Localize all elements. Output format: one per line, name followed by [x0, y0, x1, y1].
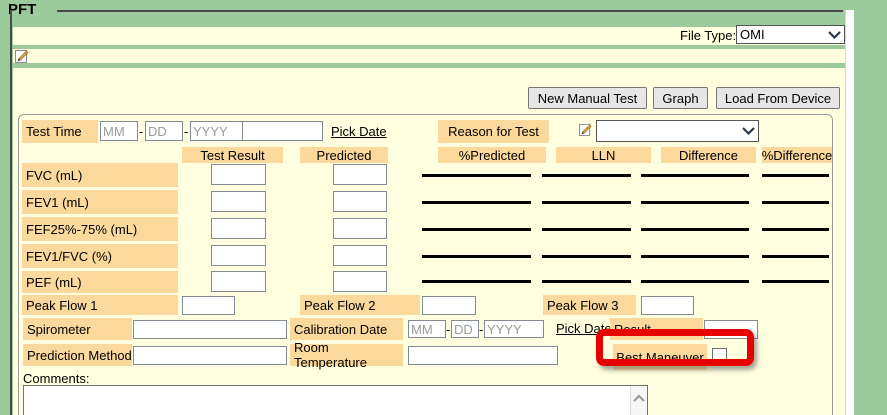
fev1-fvc-percent-predicted-line [422, 255, 531, 258]
row-label-fvc: FVC (mL) [22, 163, 178, 187]
date-separator: - [139, 124, 143, 139]
column-header-predicted: Predicted [300, 147, 388, 163]
edit-bar [13, 49, 845, 63]
date-separator: - [479, 322, 483, 337]
row-label-fef25-75: FEF25%-75% (mL) [22, 217, 178, 241]
chevron-down-icon [742, 127, 755, 135]
test-time-time-input[interactable] [242, 121, 323, 141]
comments-textarea[interactable] [23, 385, 648, 415]
fef25-75-lln-line [542, 228, 631, 231]
test-time-label: Test Time [22, 120, 98, 143]
fev1-fvc-percent-difference-line [762, 255, 829, 258]
file-type-select[interactable]: OMI [736, 25, 845, 44]
pef-percent-difference-line [762, 280, 829, 283]
fvc-predicted-input[interactable] [333, 164, 387, 185]
date-separator: - [184, 124, 188, 139]
peak-flow-3-label: Peak Flow 3 [543, 295, 636, 315]
spirometer-input[interactable] [133, 320, 287, 339]
spirometer-label: Spirometer [23, 318, 132, 340]
fev1-difference-line [641, 201, 749, 204]
comments-scrollbar[interactable] [630, 386, 647, 415]
file-type-selected-value: OMI [740, 27, 765, 42]
fvc-difference-line [641, 174, 749, 177]
fvc-percent-predicted-line [422, 174, 531, 177]
pef-test-result-input[interactable] [211, 271, 266, 292]
fef25-75-difference-line [641, 228, 749, 231]
fev1-fvc-predicted-input[interactable] [333, 245, 387, 266]
fev1-percent-difference-line [762, 201, 829, 204]
room-temperature-input[interactable] [408, 346, 558, 365]
edit-pencil-icon[interactable] [579, 123, 592, 139]
peak-flow-2-input[interactable] [422, 296, 476, 315]
column-header-lln: LLN [556, 147, 651, 163]
fvc-lln-line [542, 174, 631, 177]
fvc-percent-difference-line [762, 174, 829, 177]
test-time-month-input[interactable] [100, 121, 138, 141]
chevron-up-icon[interactable] [633, 394, 645, 415]
fev1-fvc-test-result-input[interactable] [211, 245, 266, 266]
row-label-pef: PEF (mL) [22, 271, 178, 293]
calibration-date-label: Calibration Date [290, 318, 403, 340]
date-separator: - [446, 322, 450, 337]
room-temperature-label: Room Temperature [290, 344, 403, 366]
fev1-percent-predicted-line [422, 201, 531, 204]
edit-pencil-icon[interactable] [15, 49, 29, 66]
page-edge-strip [845, 10, 854, 415]
peak-flow-3-input[interactable] [641, 296, 694, 315]
peak-flow-1-label: Peak Flow 1 [22, 295, 178, 315]
file-type-label: File Type: [680, 28, 736, 43]
new-manual-test-button[interactable]: New Manual Test [528, 87, 647, 109]
fef25-75-percent-predicted-line [422, 228, 531, 231]
fef25-75-percent-difference-line [762, 228, 829, 231]
fvc-test-result-input[interactable] [211, 164, 266, 185]
row-label-fev1-fvc: FEV1/FVC (%) [22, 244, 178, 268]
fieldset-left-border [10, 10, 12, 415]
reason-for-test-label: Reason for Test [438, 120, 549, 143]
test-time-day-input[interactable] [145, 121, 183, 141]
prediction-method-input[interactable] [133, 346, 287, 365]
column-header-percent-predicted: %Predicted [438, 147, 546, 163]
prediction-method-label: Prediction Method [23, 344, 132, 366]
fieldset-top-border [57, 10, 843, 12]
calibration-day-input[interactable] [451, 320, 479, 338]
pef-percent-predicted-line [422, 280, 531, 283]
pef-predicted-input[interactable] [333, 271, 387, 292]
calibration-month-input[interactable] [408, 320, 446, 338]
pef-lln-line [542, 280, 631, 283]
peak-flow-1-input[interactable] [182, 296, 235, 315]
column-header-percent-difference: %Difference [762, 147, 832, 163]
fev1-test-result-input[interactable] [211, 191, 266, 212]
comments-label: Comments: [23, 371, 89, 386]
row-label-fev1: FEV1 (mL) [22, 190, 178, 214]
pft-form-container: Test Time - - Pick Date Reason for Test … [18, 114, 833, 415]
reason-for-test-select[interactable] [596, 120, 759, 142]
pef-difference-line [641, 280, 749, 283]
pick-date-link[interactable]: Pick Date [331, 124, 387, 139]
pft-window: PFT File Type: OMI New Manual Test Graph… [0, 0, 887, 415]
fev1-fvc-difference-line [641, 255, 749, 258]
chevron-down-icon [828, 31, 841, 39]
fev1-predicted-input[interactable] [333, 191, 387, 212]
fev1-fvc-lln-line [542, 255, 631, 258]
test-time-year-input[interactable] [190, 121, 243, 141]
graph-button[interactable]: Graph [653, 87, 708, 109]
page-title: PFT [8, 1, 36, 18]
load-from-device-button[interactable]: Load From Device [716, 87, 840, 109]
fef25-75-predicted-input[interactable] [333, 218, 387, 239]
column-header-difference: Difference [661, 147, 756, 163]
calibration-year-input[interactable] [484, 320, 544, 338]
best-maneuver-highlight-annotation [596, 329, 754, 366]
fef25-75-test-result-input[interactable] [211, 218, 266, 239]
fev1-lln-line [542, 201, 631, 204]
column-header-test-result: Test Result [182, 147, 283, 163]
peak-flow-2-label: Peak Flow 2 [300, 295, 420, 315]
